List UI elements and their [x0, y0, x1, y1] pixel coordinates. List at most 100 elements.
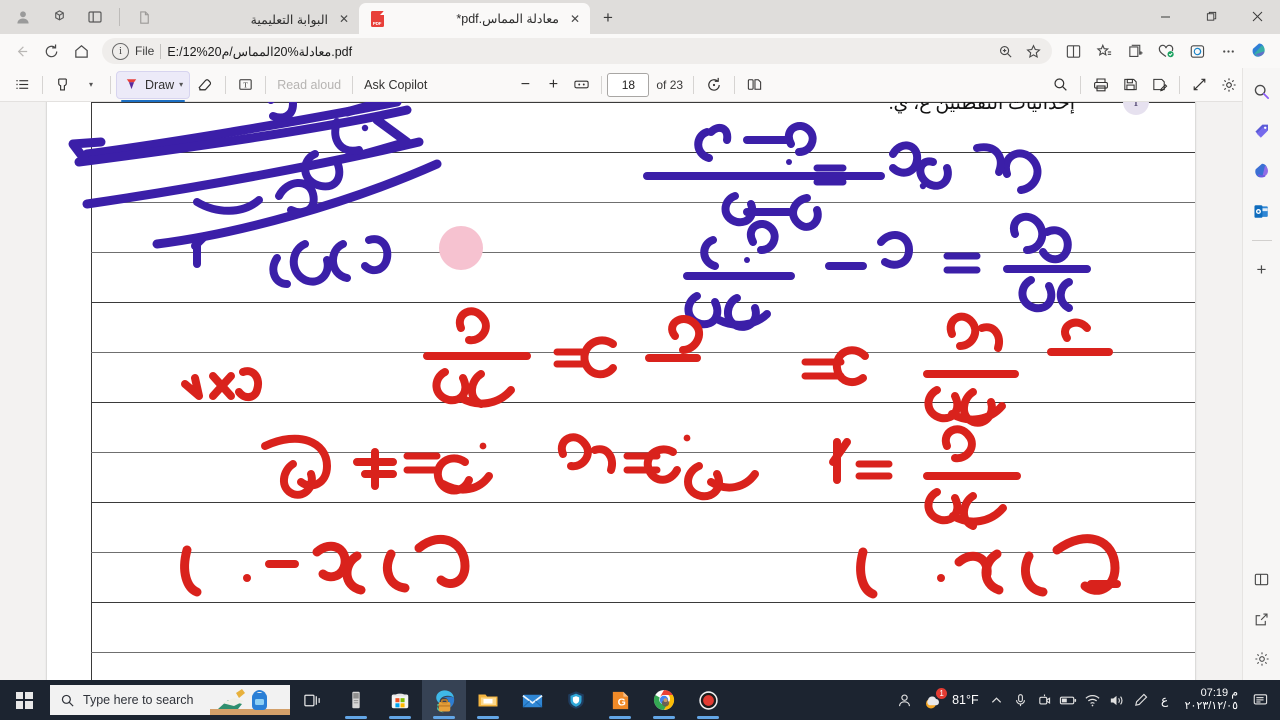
taskbar-app-screen-recorder[interactable]: [686, 680, 730, 720]
running-indicator: [345, 716, 367, 719]
running-indicator: [433, 716, 455, 719]
profile-icon[interactable]: [6, 2, 40, 32]
clock-time: 07:19 م: [1200, 687, 1238, 699]
add-sidebar-icon[interactable]: +: [1247, 255, 1277, 285]
settings-more-icon[interactable]: [1213, 37, 1243, 65]
taskbar-app-pdf[interactable]: G: [598, 680, 642, 720]
zoom-icon[interactable]: [992, 40, 1018, 62]
mail-icon: [521, 694, 543, 708]
task-view-icon: [303, 694, 320, 706]
window-controls: [1142, 0, 1280, 32]
site-info-icon[interactable]: i: [112, 42, 129, 60]
collections-icon[interactable]: [1120, 37, 1150, 65]
favorites-icon[interactable]: [1089, 37, 1119, 65]
browser-essentials-icon[interactable]: [1151, 37, 1181, 65]
highlight-tool-button[interactable]: [48, 72, 77, 98]
zoom-in-button[interactable]: +: [539, 72, 567, 98]
running-indicator: [477, 716, 499, 719]
wifi-icon[interactable]: [1081, 680, 1105, 720]
language-indicator[interactable]: ع: [1153, 680, 1177, 720]
new-page-icon[interactable]: [127, 2, 161, 32]
rotate-button[interactable]: [699, 72, 729, 98]
page-heading-text: إحداثيات النقطتَين ع، ي.: [888, 102, 1075, 114]
open-external-icon[interactable]: [1247, 604, 1277, 634]
running-indicator: [653, 716, 675, 719]
pen-cursor: [439, 226, 483, 270]
microsoft-store-icon: [391, 693, 409, 709]
taskbar-app-google-chrome[interactable]: [642, 680, 686, 720]
taskbar-app-vpn-shield[interactable]: [554, 680, 598, 720]
save-as-icon[interactable]: [1145, 72, 1174, 98]
chevron-down-icon[interactable]: ▾: [179, 80, 183, 89]
weather-badge: 1: [936, 688, 948, 699]
table-of-contents-icon[interactable]: [8, 72, 37, 98]
add-text-tool-button[interactable]: T: [231, 72, 260, 98]
task-view-button[interactable]: [290, 680, 334, 720]
close-icon[interactable]: ✕: [335, 10, 353, 28]
minimize-button[interactable]: [1142, 0, 1188, 32]
split-pane-icon[interactable]: [1247, 564, 1277, 594]
zoom-out-button[interactable]: −: [511, 72, 539, 98]
notifications-icon[interactable]: [1246, 680, 1280, 720]
camera-icon[interactable]: [1033, 680, 1057, 720]
people-icon[interactable]: [892, 680, 916, 720]
taskbar-app-mail[interactable]: [510, 680, 554, 720]
divider: [42, 75, 43, 94]
search-icon[interactable]: [1247, 76, 1277, 106]
microphone-icon[interactable]: [1009, 680, 1033, 720]
start-button[interactable]: [0, 680, 48, 720]
eraser-tool-button[interactable]: [190, 72, 220, 98]
fullscreen-icon[interactable]: [1185, 72, 1214, 98]
print-icon[interactable]: [1086, 72, 1116, 98]
refresh-icon[interactable]: [36, 37, 66, 65]
url-scheme-label: File: [135, 44, 155, 58]
browser-tab-2[interactable]: معادلة المماس.pdf* ✕: [359, 3, 590, 34]
taskbar-app-microsoft-edge[interactable]: [422, 680, 466, 720]
address-bar[interactable]: i File E:/12%20معادلة%20المماس/م.pdf: [102, 38, 1052, 64]
running-indicator: [389, 716, 411, 719]
page-number-input[interactable]: 18: [607, 72, 650, 97]
copilot-icon[interactable]: [1247, 156, 1277, 186]
search-icon[interactable]: [1046, 72, 1075, 98]
close-icon[interactable]: ✕: [566, 10, 584, 28]
settings-icon[interactable]: [1214, 72, 1244, 98]
ask-copilot-button[interactable]: Ask Copilot: [358, 72, 433, 98]
show-hidden-icons-chevron[interactable]: [985, 680, 1009, 720]
volume-icon[interactable]: [1105, 680, 1129, 720]
weather-widget[interactable]: 1 81°F: [916, 688, 985, 711]
pen-icon[interactable]: [1129, 680, 1153, 720]
shopping-tag-icon[interactable]: [1247, 116, 1277, 146]
maximize-button[interactable]: [1188, 0, 1234, 32]
split-screen-icon[interactable]: [1058, 37, 1088, 65]
save-icon[interactable]: [1116, 72, 1145, 98]
close-button[interactable]: [1234, 0, 1280, 32]
copilot-icon[interactable]: [1244, 37, 1274, 65]
divider: [352, 75, 354, 94]
taskbar-app-microsoft-store[interactable]: [378, 680, 422, 720]
url-text: E:/12%20معادلة%20المماس/م.pdf: [167, 44, 353, 59]
highlight-options-chevron[interactable]: ▾: [77, 72, 105, 98]
taskbar-search[interactable]: Type here to search: [50, 685, 290, 715]
taskbar-clock[interactable]: 07:19 م ٢٠٢٣/١٢/٠٥: [1177, 680, 1246, 720]
ruled-lines: [91, 102, 1195, 680]
home-icon[interactable]: [66, 37, 96, 65]
favorite-star-icon[interactable]: [1020, 40, 1046, 62]
divider: [1080, 75, 1081, 94]
profile-browser-icon[interactable]: [1182, 37, 1212, 65]
divider: [110, 75, 111, 94]
back-icon[interactable]: [6, 37, 36, 65]
taskbar-app-usb-drive[interactable]: [334, 680, 378, 720]
battery-icon[interactable]: [1057, 680, 1081, 720]
outlook-icon[interactable]: [1247, 196, 1277, 226]
browser-tab-1[interactable]: البوابة التعليمية ✕: [205, 4, 359, 34]
tab-actions-icon[interactable]: [42, 2, 76, 32]
settings-gear-icon[interactable]: [1247, 644, 1277, 674]
draw-tool-button[interactable]: Draw ▾: [116, 70, 191, 102]
taskbar-app-file-explorer[interactable]: [466, 680, 510, 720]
tab-pane-icon[interactable]: [78, 2, 112, 32]
pdf-viewer[interactable]: إحداثيات النقطتَين ع، ي. i: [0, 102, 1242, 680]
fit-to-page-button[interactable]: [567, 72, 596, 98]
new-tab-button[interactable]: +: [594, 4, 622, 32]
page-layout-button[interactable]: [740, 72, 769, 98]
read-aloud-button[interactable]: Read aloud: [271, 72, 347, 98]
